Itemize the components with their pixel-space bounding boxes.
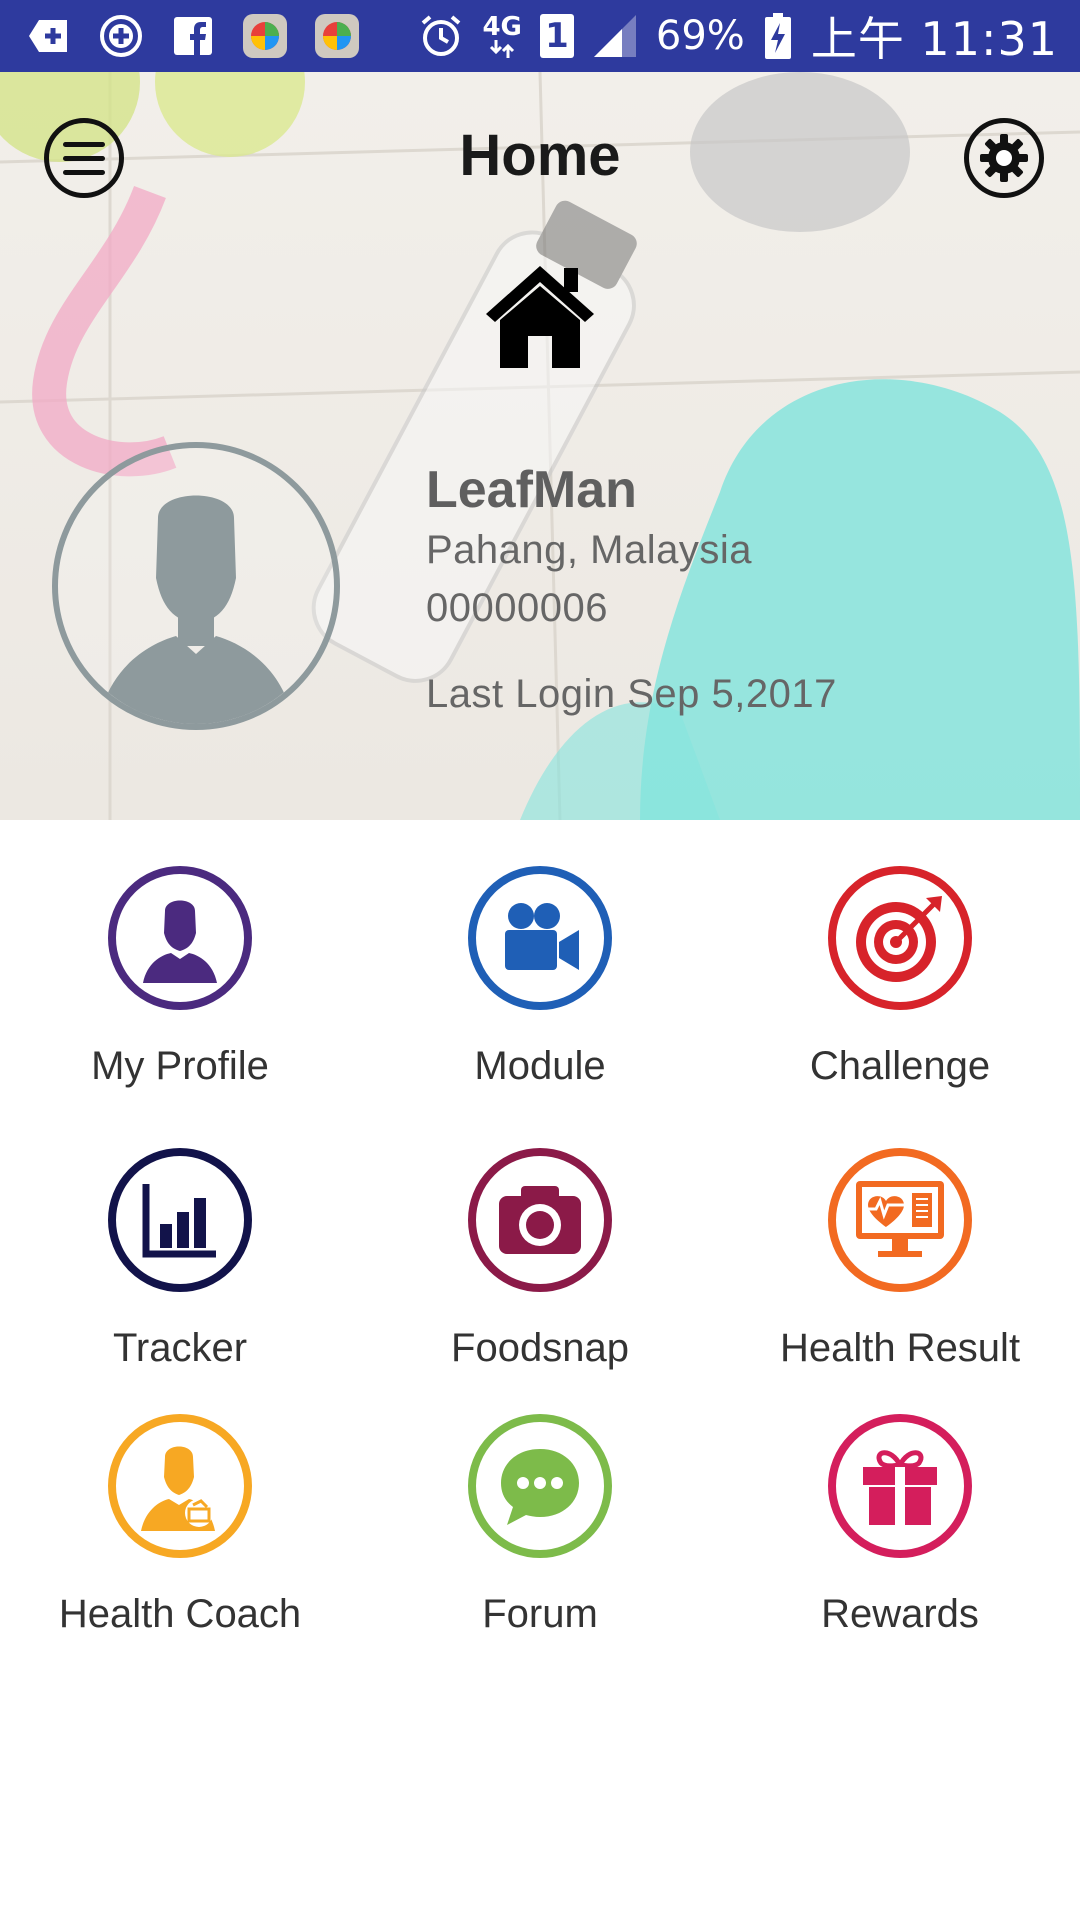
menu-label: Tracker: [112, 1326, 248, 1370]
user-location: Pahang, Malaysia: [426, 528, 752, 572]
app-notification-icon: [242, 13, 288, 59]
last-login-text: Last Login Sep 5,2017: [426, 672, 837, 716]
app-notification-icon: [314, 13, 360, 59]
menu-label: My Profile: [91, 1044, 269, 1088]
sim-badge: 1: [539, 14, 574, 58]
house-icon: [486, 266, 594, 368]
gift-icon: [828, 1414, 972, 1558]
status-bar: 4G 1 69% 上午 11:31: [0, 0, 1080, 72]
heart-monitor-icon: [828, 1148, 972, 1292]
plus-circle-icon: [98, 13, 144, 59]
alarm-icon: [418, 13, 464, 59]
gear-icon: [980, 134, 1028, 182]
person-icon: [108, 866, 252, 1010]
target-icon: [828, 866, 972, 1010]
member-id: 00000006: [426, 586, 608, 630]
menu-label: Health Coach: [58, 1592, 302, 1636]
battery-percent: 69%: [655, 13, 745, 59]
person-silhouette-icon: [98, 495, 294, 724]
user-name: LeafMan: [426, 461, 637, 519]
menu-label: Rewards: [821, 1592, 979, 1636]
facebook-icon: [170, 13, 216, 59]
chat-bubble-icon: [468, 1414, 612, 1558]
signal-icon: [592, 13, 638, 59]
menu-label: Foodsnap: [451, 1326, 629, 1370]
menu-label: Module: [474, 1044, 606, 1088]
settings-button[interactable]: [964, 118, 1044, 198]
profile-header: Home LeafMan Pahang, Malaysia 00000006 L…: [0, 72, 1080, 820]
menu-label: Challenge: [809, 1044, 991, 1088]
video-camera-icon: [468, 866, 612, 1010]
add-notification-icon: [26, 13, 72, 59]
battery-charging-icon: [763, 13, 793, 59]
network-indicator: 4G: [482, 14, 522, 58]
bar-chart-icon: [108, 1148, 252, 1292]
page-title: Home: [459, 123, 621, 188]
coach-icon: [108, 1414, 252, 1558]
avatar[interactable]: [52, 442, 340, 730]
camera-icon: [468, 1148, 612, 1292]
clock: 上午 11:31: [810, 12, 1058, 66]
menu-label: Health Result: [779, 1326, 1021, 1370]
menu-label: Forum: [482, 1592, 598, 1636]
